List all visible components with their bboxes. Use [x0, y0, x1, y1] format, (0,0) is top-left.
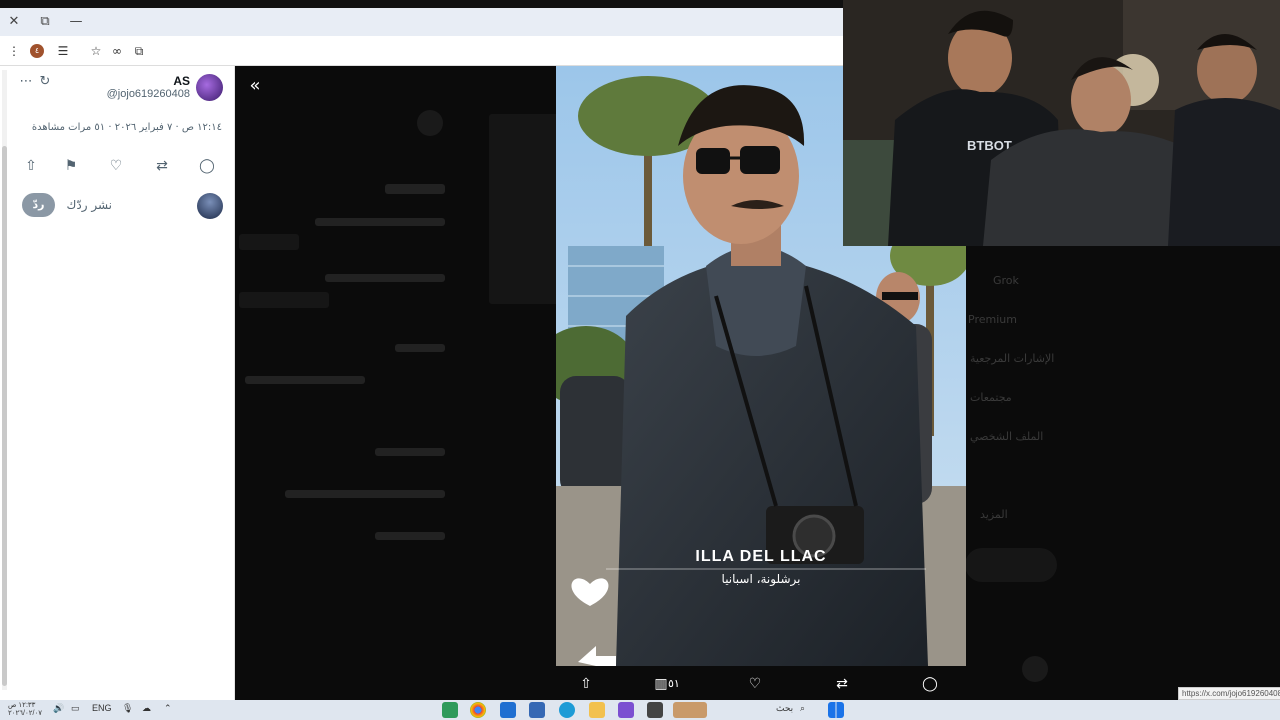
ghost-text-line	[325, 274, 445, 282]
tray-expand-icon[interactable]: ⌃	[164, 703, 172, 714]
language-indicator[interactable]: ENG	[92, 703, 112, 713]
reply-media-icon[interactable]: ◯	[920, 674, 940, 694]
grok-refresh-icon[interactable]: ↻	[35, 72, 55, 92]
close-window-button[interactable]: ✕	[4, 12, 24, 32]
browser-toolbar: ⋮ ٤ ☰ ☆ ∞ ⧉	[0, 36, 843, 66]
ghost-text-line	[375, 448, 445, 456]
bookmark-icon[interactable]: ⚑	[61, 156, 81, 176]
app-icon-terminal[interactable]	[647, 702, 663, 718]
repost-media-icon[interactable]: ⇄	[832, 674, 852, 694]
reading-list-icon[interactable]: ☰	[54, 42, 72, 60]
microphone-icon[interactable]: 🎙	[122, 703, 133, 714]
profile-icon[interactable]: ٤	[30, 44, 44, 58]
ghost-avatar	[417, 110, 443, 136]
collapse-panel-button[interactable]: «	[243, 74, 267, 98]
install-app-icon[interactable]: ⧉	[130, 42, 148, 60]
app-icon-explorer[interactable]	[589, 702, 605, 718]
ghost-text-line	[285, 490, 445, 498]
ghost-text-line	[245, 376, 365, 384]
ghost-menu-profile: الملف الشخصي	[970, 430, 1044, 443]
menu-dots-icon[interactable]: ⋮	[5, 42, 23, 60]
app-icon-whatsapp[interactable]	[442, 702, 458, 718]
media-action-bar: ⇧ ▥ ٥١ ♡ ⇄ ◯	[555, 670, 966, 698]
volume-icon[interactable]: 🔊	[53, 703, 64, 714]
cloud-icon[interactable]: ☁	[142, 703, 151, 714]
ghost-menu-premium: Premium	[968, 313, 1017, 326]
app-icon-copilot[interactable]	[618, 702, 634, 718]
network-icon[interactable]: ▭	[71, 703, 80, 714]
ghost-text-line	[385, 184, 445, 194]
ghost-chip	[239, 234, 299, 250]
app-icon-widget[interactable]	[673, 702, 707, 718]
status-url-tooltip: https://x.com/jojo619260408	[1178, 687, 1280, 700]
user-avatar	[197, 193, 223, 219]
views-count: ٥١	[668, 677, 680, 690]
reader-mode-icon[interactable]: ∞	[108, 42, 126, 60]
ghost-text-line	[315, 218, 445, 226]
share-icon[interactable]: ⇧	[21, 156, 41, 176]
ghost-menu-grok: Grok	[993, 274, 1019, 287]
repost-icon[interactable]: ⇄	[152, 156, 172, 176]
video-caption-subtitle: برشلونة، اسبانيا	[721, 572, 801, 586]
windows-taskbar: ١٢:٣٣ ص ٢٠٢٦/٠٢/٠٧ 🔊 ▭ ENG 🎙 ☁ ⌃ بحث ⌕	[0, 700, 1280, 720]
reply-input[interactable]: نشر ردّك	[66, 198, 112, 212]
ghost-post-button	[965, 548, 1057, 582]
clock-time: ١٢:٣٣ ص	[8, 702, 36, 709]
bookmark-star-icon[interactable]: ☆	[87, 42, 105, 60]
author-name[interactable]: AS	[173, 74, 190, 88]
like-icon[interactable]: ♡	[106, 156, 126, 176]
share-media-icon[interactable]: ⇧	[576, 674, 596, 694]
post-side-panel: ⋯ ↻ AS @jojo619260408 ١٢:١٤ ص · ٧ فبراير…	[0, 66, 235, 700]
ghost-menu-bookmarks: الإشارات المرجعية	[970, 352, 1055, 365]
restore-window-button[interactable]: ⧉	[35, 12, 55, 32]
top-strip	[0, 0, 843, 8]
app-icon-vscode[interactable]	[500, 702, 516, 718]
like-media-icon[interactable]: ♡	[745, 674, 765, 694]
app-icon-chrome[interactable]	[470, 702, 486, 718]
ghost-menu-more: المزيد	[980, 508, 1008, 521]
post-timestamp-views: ١٢:١٤ ص · ٧ فبراير ٢٠٢٦ · ٥١ مرات مشاهدة	[31, 122, 222, 133]
windows-start-icon[interactable]	[828, 702, 844, 718]
webcam-frame: BTBOT	[843, 0, 1280, 246]
ghost-text-line	[395, 344, 445, 352]
minimize-window-button[interactable]: —	[66, 12, 86, 32]
reply-icon[interactable]: ◯	[197, 156, 217, 176]
reply-button[interactable]: ردّ	[22, 193, 55, 217]
taskbar-search[interactable]: بحث	[776, 703, 793, 714]
video-caption-title: ILLA DEL LLAC	[695, 548, 827, 565]
ghost-media-card	[489, 114, 559, 304]
ghost-account-avatar	[1022, 656, 1048, 682]
ghost-text-line	[375, 532, 445, 540]
clock-date: ٢٠٢٦/٠٢/٠٧	[8, 710, 42, 717]
more-options-icon[interactable]: ⋯	[16, 72, 36, 92]
browser-titlebar: ✕ ⧉ —	[0, 8, 843, 36]
ghost-chip	[239, 292, 329, 308]
app-icon-store[interactable]	[529, 702, 545, 718]
clock[interactable]: ١٢:٣٣ ص ٢٠٢٦/٠٢/٠٧	[8, 702, 42, 718]
author-avatar[interactable]	[196, 74, 223, 101]
search-icon[interactable]: ⌕	[800, 703, 805, 714]
ghost-menu-communities: مجتمعات	[970, 391, 1012, 404]
scrollbar-thumb[interactable]	[2, 146, 7, 686]
author-handle[interactable]: @jojo619260408	[107, 88, 190, 100]
webcam-overlay: BTBOT	[843, 0, 1280, 246]
app-icon-edge[interactable]	[559, 702, 575, 718]
